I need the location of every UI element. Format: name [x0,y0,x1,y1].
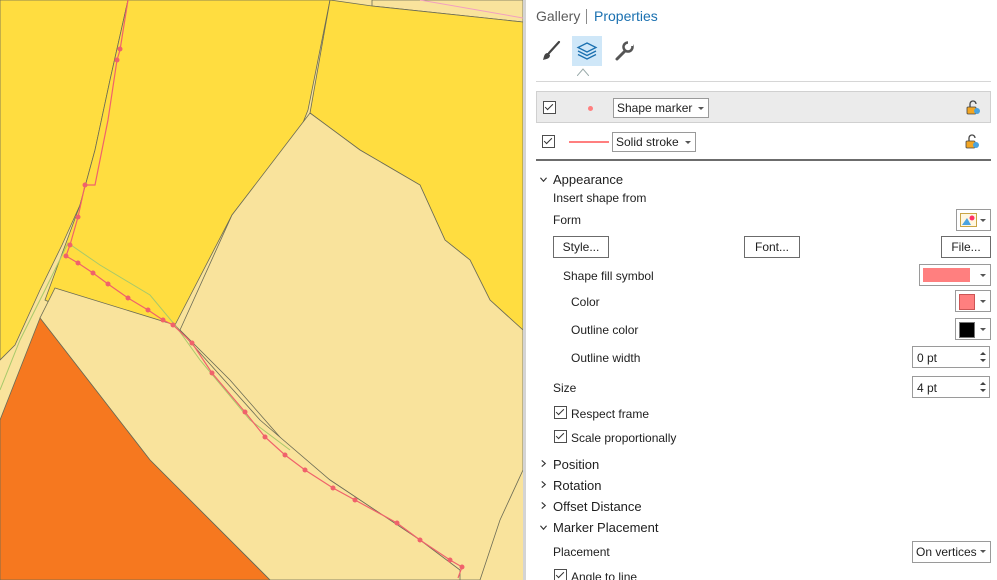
layer-checkbox[interactable] [542,135,555,148]
section-appearance[interactable]: Appearance [553,172,623,187]
chevron-right-icon[interactable] [540,481,547,488]
lock-color-icon[interactable] [964,134,980,150]
chevron-down-icon [980,219,986,222]
chevron-down-icon [980,300,986,303]
angle-to-line-checkbox[interactable] [554,569,567,580]
chevron-down-icon [980,274,986,277]
outline-width-label: Outline width [571,351,641,365]
outline-width-value: 0 pt [917,351,938,365]
stroke-preview-icon [569,141,609,143]
insert-shape-label: Insert shape from [553,191,647,205]
layer-type-dropdown[interactable]: Solid stroke [612,132,696,152]
scale-proportionally-checkbox[interactable] [554,430,567,443]
layer-checkbox[interactable] [543,101,556,114]
layers-icon[interactable] [572,36,602,66]
color-picker[interactable] [955,290,991,312]
toolbar-divider [536,81,991,82]
shape-fill-symbol-picker[interactable] [919,264,991,286]
fill-swatch [923,268,970,282]
map-canvas[interactable] [0,0,523,580]
chevron-down-icon[interactable] [540,176,547,183]
color-label: Color [571,295,600,309]
layer-row-shape-marker[interactable]: Shape marker [536,91,991,123]
spin-up-icon[interactable] [980,382,986,385]
section-position[interactable]: Position [553,457,599,472]
layer-type-dropdown[interactable]: Shape marker [613,98,710,118]
size-stepper[interactable]: 4 pt [912,376,990,398]
chevron-down-icon [980,328,986,331]
spin-up-icon[interactable] [980,352,986,355]
tab-properties[interactable]: Properties [594,8,658,24]
form-label: Form [553,213,581,227]
style-button[interactable]: Style... [553,236,609,258]
marker-preview-icon [588,106,593,111]
shape-fill-symbol-label: Shape fill symbol [563,269,654,283]
chevron-right-icon[interactable] [540,460,547,467]
section-rotation[interactable]: Rotation [553,478,601,493]
scale-proportionally-label: Scale proportionally [571,431,677,445]
layer-row-solid-stroke[interactable]: Solid stroke [536,125,991,157]
spin-down-icon[interactable] [980,359,986,362]
size-value: 4 pt [917,381,938,395]
placement-label: Placement [553,545,610,559]
tab-caret [577,68,589,76]
lock-color-icon[interactable] [965,100,981,116]
tab-gallery[interactable]: Gallery [536,8,580,24]
outline-swatch [959,322,975,338]
color-swatch [959,294,975,310]
map-view[interactable] [0,0,523,580]
outline-color-picker[interactable] [955,318,991,340]
form-picker[interactable] [956,209,991,231]
chevron-right-icon[interactable] [540,502,547,509]
outline-width-stepper[interactable]: 0 pt [912,346,990,368]
placement-dropdown[interactable]: On vertices [912,541,991,563]
section-offset-distance[interactable]: Offset Distance [553,499,642,514]
symbology-pane: Gallery Properties Shape marker Solid st… [526,0,997,580]
tab-separator [586,9,587,24]
spin-down-icon[interactable] [980,389,986,392]
angle-to-line-label: Angle to line [571,570,638,580]
section-marker-placement[interactable]: Marker Placement [553,520,658,535]
font-button[interactable]: Font... [744,236,800,258]
outline-color-label: Outline color [571,323,639,337]
size-label: Size [553,381,577,395]
chevron-down-icon[interactable] [540,524,547,531]
wrench-icon[interactable] [609,36,639,66]
respect-frame-label: Respect frame [571,407,650,421]
paintbrush-icon[interactable] [536,36,566,66]
file-button[interactable]: File... [941,236,991,258]
respect-frame-checkbox[interactable] [554,406,567,419]
layers-divider [536,159,991,161]
shape-image-icon [960,213,977,227]
